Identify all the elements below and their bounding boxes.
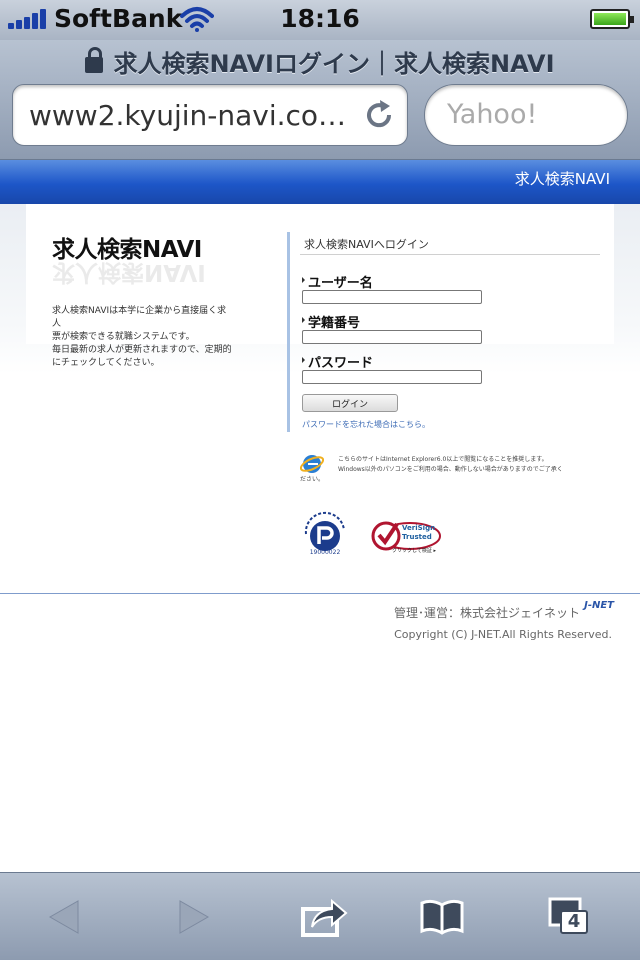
- browser-chrome: 求人検索NAVIログイン｜求人検索NAVI www2.kyujin-navi.c…: [0, 40, 640, 160]
- login-divider: [300, 254, 600, 255]
- password-label: パスワード: [302, 352, 373, 371]
- page-title-text: 求人検索NAVIログイン｜求人検索NAVI: [113, 50, 555, 78]
- description-line: 票が検索できる就職システムです。: [52, 332, 195, 342]
- student-id-field[interactable]: [302, 330, 482, 344]
- privacy-mark-id: 19000022: [309, 549, 341, 556]
- note-line: Windows以外のパソコンをご利用の場合、動作しない場合がありますのでご了承く: [338, 466, 563, 473]
- username-field[interactable]: [302, 290, 482, 304]
- lock-icon: [85, 47, 104, 73]
- clock: 18:16: [280, 4, 360, 33]
- status-bar: SoftBank 18:16: [0, 0, 640, 40]
- browser-toolbar: [0, 872, 640, 960]
- address-bar[interactable]: www2.kyujin-navi.co…: [12, 84, 408, 146]
- site-header-name[interactable]: 求人検索NAVI: [515, 168, 610, 189]
- student-id-label: 学籍番号: [302, 312, 360, 331]
- share-icon[interactable]: [300, 893, 348, 941]
- password-field[interactable]: [302, 370, 482, 384]
- bookmarks-icon[interactable]: [418, 893, 466, 941]
- battery-icon: [590, 9, 634, 29]
- site-description: 求人検索NAVIは本学に企業から直接届く求人 票が検索できる就職システムです。 …: [52, 305, 232, 370]
- verisign-trusted-label: Trusted: [402, 533, 432, 541]
- jnet-logo: J-NET: [584, 600, 614, 611]
- login-title: 求人検索NAVIへログイン: [304, 238, 429, 251]
- description-line: にチェックしてください。: [52, 358, 160, 368]
- description-line: 求人検索NAVIは本学に企業から直接届く求人: [52, 306, 227, 329]
- site-header: 求人検索NAVI: [0, 160, 640, 204]
- reload-icon[interactable]: [363, 99, 395, 131]
- copyright: Copyright (C) J-NET.All Rights Reserved.: [394, 628, 612, 641]
- login-button[interactable]: ログイン: [302, 394, 398, 412]
- note-line: こちらのサイトはInternet Explorer6.0以上で閲覧になることを推…: [338, 456, 548, 463]
- search-bar[interactable]: [424, 84, 628, 146]
- note-line: ださい。: [300, 476, 325, 483]
- login-panel: 求人検索NAVIへログイン ユーザー名 学籍番号 パスワード ログイン パスワー…: [287, 232, 605, 432]
- verisign-label: VeriSign: [402, 524, 436, 532]
- forward-arrow-icon[interactable]: [168, 893, 216, 941]
- page-title: 求人検索NAVIログイン｜求人検索NAVI: [0, 44, 640, 79]
- back-arrow-icon[interactable]: [42, 893, 90, 941]
- site-logo-reflection: 求人検索NAVI: [52, 259, 206, 285]
- verisign-caption[interactable]: クリックして検証 ▸: [392, 547, 436, 554]
- description-line: 毎日最新の求人が更新されますので、定期的: [52, 345, 232, 355]
- username-label: ユーザー名: [302, 272, 373, 291]
- url-text: www2.kyujin-navi.co…: [29, 99, 347, 132]
- tab-count-badge[interactable]: 4: [560, 910, 588, 934]
- search-input[interactable]: [447, 99, 617, 130]
- browser-recommendation: こちらのサイトはInternet Explorer6.0以上で閲覧になることを推…: [300, 455, 590, 485]
- footer-divider: [0, 593, 640, 594]
- management-credit: 管理･運営：株式会社ジェイネット: [393, 606, 580, 620]
- forgot-password-link[interactable]: パスワードを忘れた場合はこちら。: [302, 419, 430, 430]
